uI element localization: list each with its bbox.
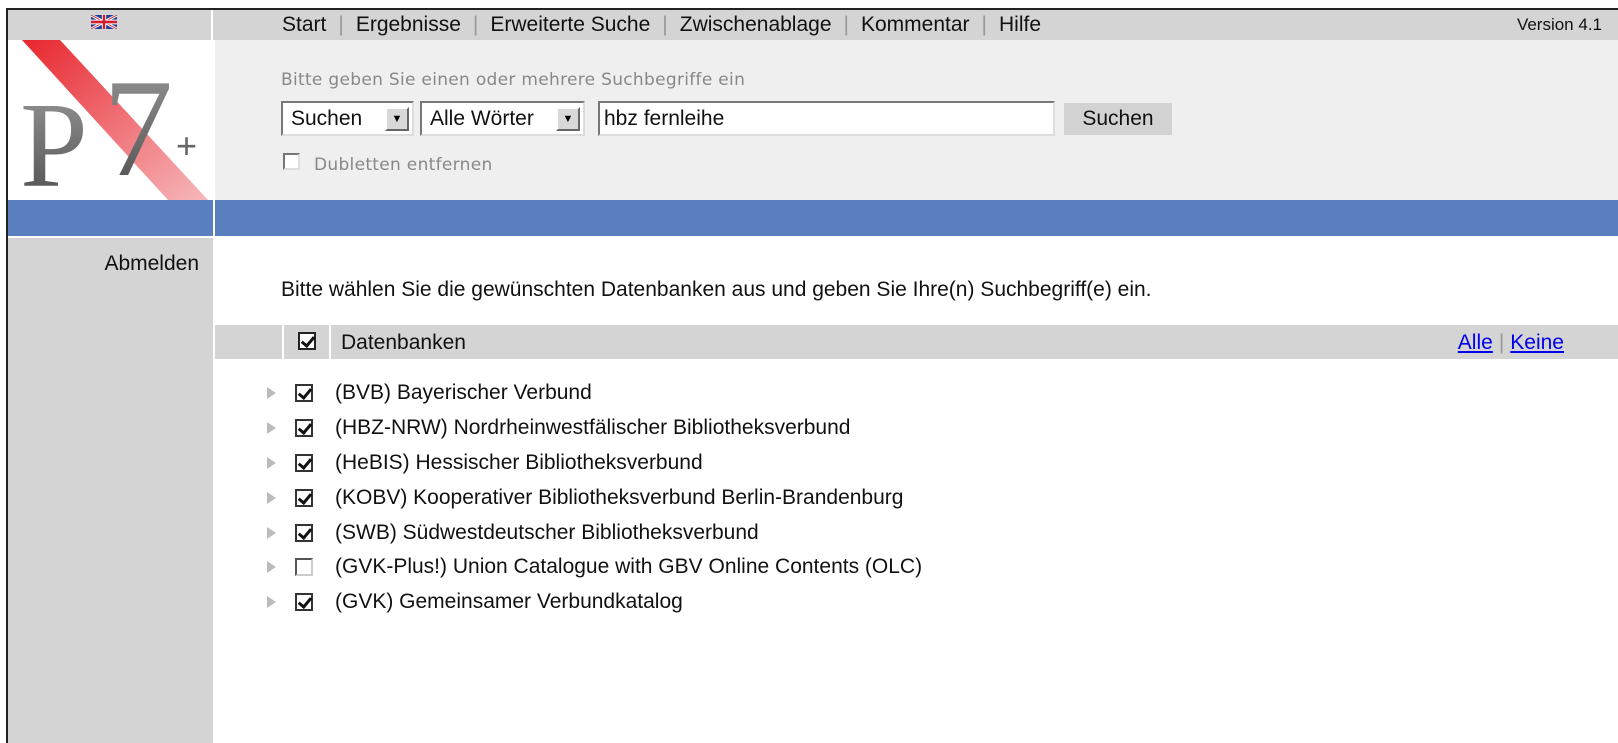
accent-band (8, 200, 1618, 236)
database-checkbox[interactable] (295, 523, 313, 542)
database-label: (BVB) Bayerischer Verbund (335, 381, 592, 405)
expand-triangle-icon[interactable] (267, 561, 276, 574)
nav-advanced-search[interactable]: Erweiterte Suche (490, 13, 650, 37)
database-label: (GVK) Gemeinsamer Verbundkatalog (335, 590, 683, 614)
nav-help[interactable]: Hilfe (999, 13, 1041, 37)
expand-triangle-icon[interactable] (267, 596, 276, 609)
select-links: Alle | Keine (1458, 331, 1564, 355)
version-label: Version 4.1 (1516, 15, 1602, 34)
search-mode-select[interactable]: Suchen ▼ (281, 101, 414, 136)
nav-start[interactable]: Start (282, 13, 326, 37)
nav-separator: | (981, 13, 987, 36)
p7-plus-logo[interactable]: P 7 + (8, 40, 213, 200)
select-none-link[interactable]: Keine (1510, 331, 1564, 354)
database-label: (GVK-Plus!) Union Catalogue with GBV Onl… (335, 555, 923, 579)
nav-separator: | (662, 13, 668, 36)
expand-triangle-icon[interactable] (267, 456, 276, 469)
database-row: (KOBV) Kooperativer Bibliotheksverbund B… (267, 480, 922, 515)
expand-triangle-icon[interactable] (267, 387, 276, 400)
database-checkbox[interactable] (295, 593, 313, 612)
search-panel: Bitte geben Sie einen oder mehrere Suchb… (215, 40, 1618, 200)
database-label: (HeBIS) Hessischer Bibliotheksverbund (335, 450, 703, 474)
expand-triangle-icon[interactable] (267, 422, 276, 435)
instruction-text: Bitte wählen Sie die gewünschten Datenba… (281, 278, 1152, 301)
database-checkbox[interactable] (295, 558, 313, 577)
expand-triangle-icon[interactable] (267, 491, 276, 504)
link-separator: | (1498, 331, 1505, 354)
language-cell (8, 10, 213, 40)
database-checkbox[interactable] (295, 488, 313, 507)
dropdown-arrow-icon[interactable]: ▼ (556, 107, 580, 131)
database-label: (HBZ-NRW) Nordrheinwestfälischer Bibliot… (335, 416, 851, 440)
main-nav: Start | Ergebnisse | Erweiterte Suche | … (282, 13, 1041, 37)
nav-comment[interactable]: Kommentar (861, 13, 970, 37)
database-row: (HeBIS) Hessischer Bibliotheksverbund (267, 446, 922, 481)
nav-separator: | (472, 13, 479, 36)
band-divider (213, 200, 215, 236)
svg-text:7: 7 (103, 51, 173, 200)
database-checkbox[interactable] (295, 419, 313, 438)
database-checkbox[interactable] (295, 384, 313, 403)
header-checkbox-cell (282, 325, 331, 359)
database-row: (BVB) Bayerischer Verbund (267, 376, 922, 411)
nav-results[interactable]: Ergebnisse (356, 13, 461, 37)
search-mode-value: Suchen (291, 106, 363, 130)
logout-link[interactable]: Abmelden (104, 252, 199, 276)
uk-flag-icon[interactable] (91, 15, 117, 29)
logo-cell: P 7 + (8, 40, 213, 200)
nav-separator: | (338, 13, 344, 36)
svg-text:P: P (20, 78, 88, 200)
top-navigation-bar: Start | Ergebnisse | Erweiterte Suche | … (8, 10, 1618, 40)
search-input[interactable] (598, 101, 1055, 136)
app-window: Start | Ergebnisse | Erweiterte Suche | … (6, 8, 1618, 743)
word-match-select[interactable]: Alle Wörter ▼ (420, 101, 585, 136)
remove-duplicates-option[interactable]: Dubletten entfernen (283, 147, 493, 175)
database-list: (BVB) Bayerischer Verbund (HBZ-NRW) Nord… (267, 376, 922, 620)
expand-triangle-icon[interactable] (267, 526, 276, 539)
svg-text:+: + (176, 125, 197, 166)
select-all-link[interactable]: Alle (1458, 331, 1493, 354)
dropdown-arrow-icon[interactable]: ▼ (385, 107, 409, 131)
sidebar: Abmelden (8, 236, 213, 743)
nav-separator: | (843, 13, 849, 36)
database-label: (KOBV) Kooperativer Bibliotheksverbund B… (335, 485, 904, 509)
search-button[interactable]: Suchen (1064, 103, 1172, 135)
database-row: (SWB) Südwestdeutscher Bibliotheksverbun… (267, 515, 922, 550)
select-all-checkbox[interactable] (298, 332, 316, 350)
nav-clipboard[interactable]: Zwischenablage (680, 13, 832, 37)
database-row: (GVK-Plus!) Union Catalogue with GBV Onl… (267, 550, 922, 585)
word-match-value: Alle Wörter (430, 106, 534, 130)
database-row: (HBZ-NRW) Nordrheinwestfälischer Bibliot… (267, 411, 922, 446)
main-content: Bitte wählen Sie die gewünschten Datenba… (215, 236, 1618, 743)
databases-header: Datenbanken Alle | Keine (215, 325, 1618, 359)
remove-duplicates-checkbox[interactable] (283, 152, 300, 170)
database-row: (GVK) Gemeinsamer Verbundkatalog (267, 585, 922, 620)
databases-title: Datenbanken (341, 331, 466, 354)
database-label: (SWB) Südwestdeutscher Bibliotheksverbun… (335, 520, 759, 544)
database-checkbox[interactable] (295, 453, 313, 472)
remove-duplicates-label: Dubletten entfernen (314, 155, 493, 175)
search-hint: Bitte geben Sie einen oder mehrere Suchb… (281, 70, 746, 90)
